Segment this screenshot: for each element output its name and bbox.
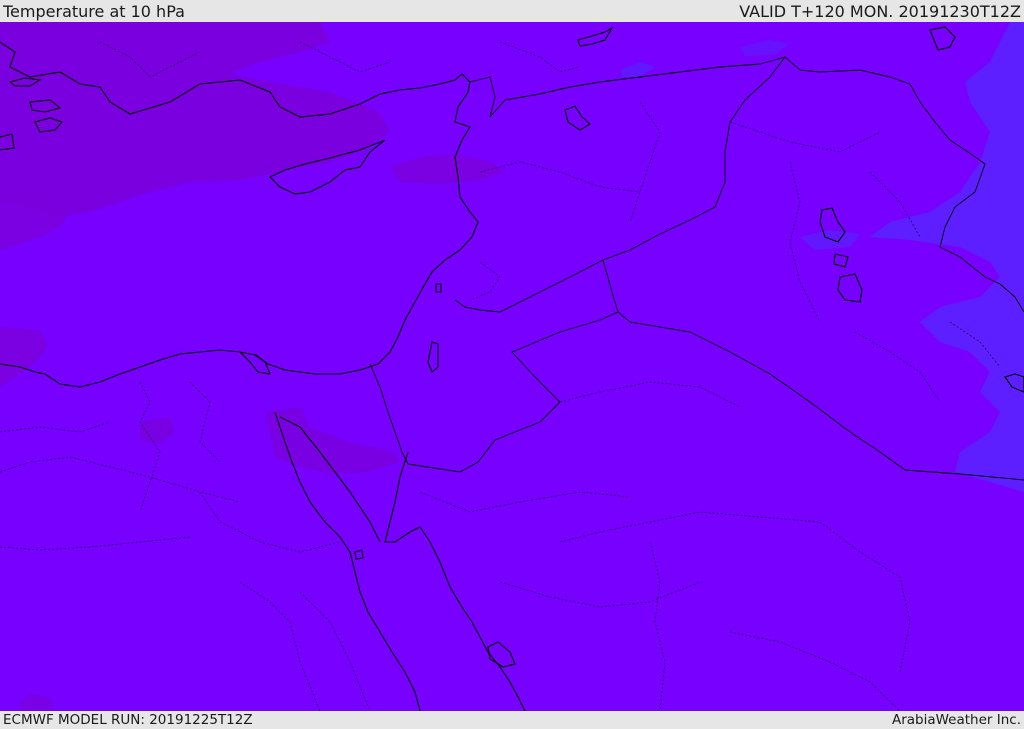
model-run-label: ECMWF MODEL RUN: 20191225T12Z [3, 712, 253, 728]
temperature-map[interactable] [0, 22, 1024, 711]
map-canvas [0, 22, 1024, 711]
provider-label: ArabiaWeather Inc. [891, 712, 1021, 728]
header-bar: Temperature at 10 hPa VALID T+120 MON. 2… [0, 0, 1024, 22]
footer-bar: ECMWF MODEL RUN: 20191225T12Z ArabiaWeat… [0, 711, 1024, 729]
chart-frame: Temperature at 10 hPa VALID T+120 MON. 2… [0, 0, 1024, 729]
valid-time-label: VALID T+120 MON. 20191230T12Z [739, 2, 1021, 21]
map-title: Temperature at 10 hPa [3, 2, 185, 21]
